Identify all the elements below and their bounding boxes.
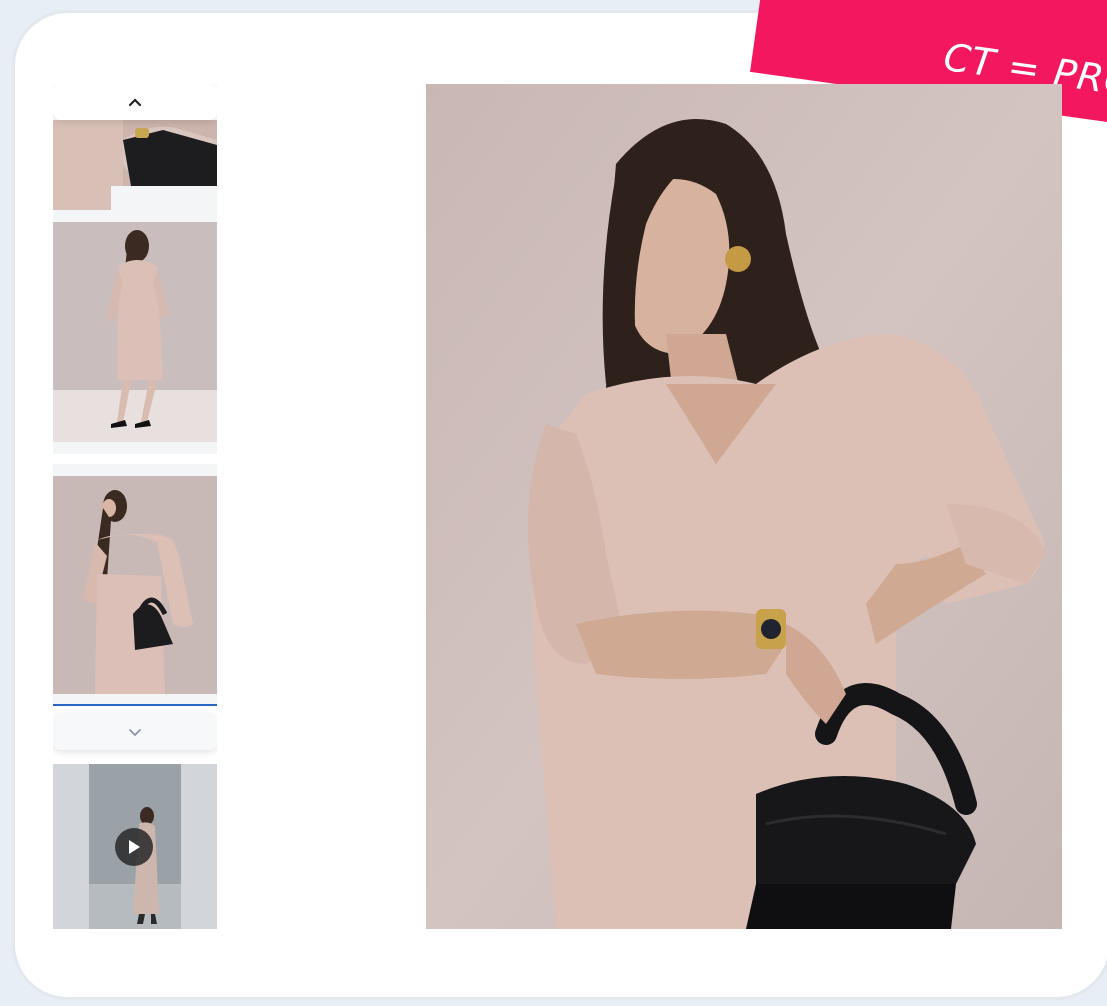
thumbnail-back-view[interactable] — [53, 210, 217, 454]
play-icon[interactable] — [115, 828, 153, 866]
thumbnail-back-view-image — [53, 210, 217, 454]
play-triangle-icon — [129, 840, 140, 854]
chevron-down-icon — [129, 729, 141, 737]
chevron-up-icon — [128, 98, 142, 107]
main-product-illustration — [426, 84, 1062, 929]
thumbnail-strip[interactable] — [53, 84, 217, 929]
scroll-down-button[interactable] — [53, 714, 217, 750]
thumbnail-front-view[interactable] — [53, 464, 217, 704]
thumbnail-front-view-image — [53, 464, 217, 704]
active-thumbnail-indicator — [53, 704, 217, 706]
main-product-image[interactable] — [426, 84, 1062, 929]
scroll-up-button[interactable] — [53, 84, 217, 120]
thumbnail-video[interactable] — [53, 764, 217, 929]
